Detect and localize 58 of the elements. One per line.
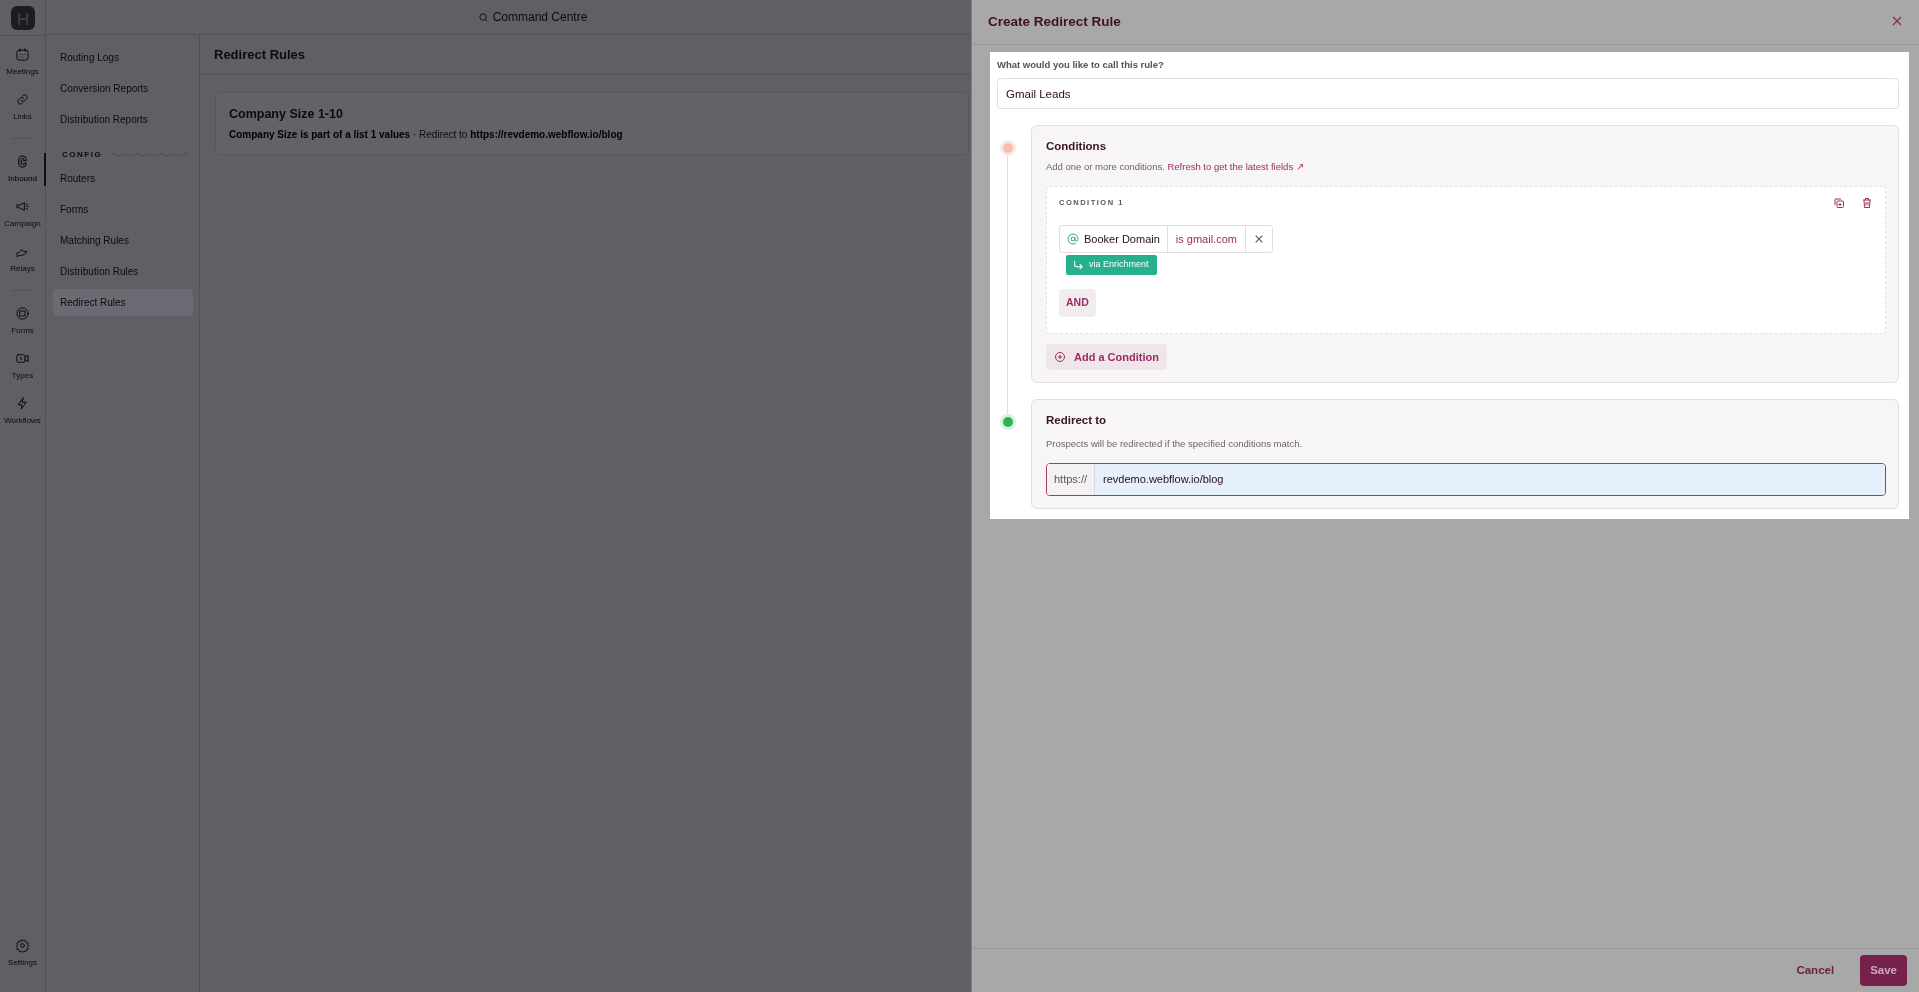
- at-sign-icon: [1067, 232, 1079, 245]
- copy-icon: [1833, 196, 1845, 209]
- subnav-item[interactable]: Conversion Reports: [53, 75, 193, 102]
- close-icon: [1253, 233, 1264, 244]
- logo-icon[interactable]: [10, 6, 35, 30]
- nav-item[interactable]: Forms: [0, 299, 45, 344]
- source-tag: via Enrichment: [1066, 255, 1157, 275]
- plus-circle-icon: [1054, 350, 1066, 363]
- nav-item[interactable]: Campaign: [0, 192, 45, 237]
- close-icon: [1891, 15, 1903, 27]
- add-condition-button[interactable]: Add a Condition: [1046, 343, 1167, 370]
- and-button[interactable]: AND: [1059, 288, 1096, 317]
- condition-operator: is gmail.com: [1167, 225, 1246, 252]
- calendar-icon: [15, 47, 30, 62]
- link-icon: [15, 92, 30, 107]
- nav-item[interactable]: Types: [0, 344, 45, 389]
- url-field[interactable]: https:// revdemo.webflow.io/blog: [1046, 462, 1886, 496]
- subnav-item[interactable]: Distribution Rules: [53, 258, 193, 285]
- subnav-item[interactable]: Routers: [53, 165, 193, 192]
- return-arrow-icon: [1073, 259, 1083, 270]
- search-icon: [477, 11, 489, 23]
- form-icon: [15, 306, 30, 321]
- condition-field: Booker Domain: [1060, 225, 1168, 252]
- rule-title: Company Size 1-10: [229, 106, 344, 123]
- save-button[interactable]: Save: [1860, 954, 1907, 987]
- delete-button[interactable]: [1861, 196, 1873, 209]
- video-camera-icon: [15, 351, 30, 366]
- nav-item[interactable]: Meetings: [0, 40, 45, 85]
- megaphone-icon: [15, 199, 30, 214]
- section-hint: Add one or more conditions.: [1046, 160, 1165, 172]
- nav-item[interactable]: Relays: [0, 237, 45, 282]
- section-title: Redirect to: [1046, 413, 1108, 428]
- field-label: What would you like to call this rule?: [997, 58, 1165, 72]
- cancel-button[interactable]: Cancel: [1786, 955, 1845, 986]
- section-hint: Prospects will be redirected if the specified conditions match.: [1046, 437, 1304, 452]
- refresh-link[interactable]: Refresh to get the latest fields ↗: [1167, 160, 1304, 172]
- rule-name-field[interactable]: Gmail Leads: [997, 78, 1899, 110]
- lightning-icon: [15, 396, 30, 411]
- condition-chip[interactable]: Booker Domain is gmail.com: [1059, 224, 1273, 253]
- subnav-item[interactable]: Forms: [53, 196, 193, 223]
- settings-item[interactable]: Settings: [0, 931, 45, 976]
- command-search[interactable]: Command Centre: [471, 7, 594, 27]
- section-title: Conditions: [1046, 139, 1108, 155]
- rule-card[interactable]: Company Size 1-10 Company Size is part of a list 1 values · Redirect to https://revdemo.webflow.io/blog: [215, 92, 969, 155]
- page-title: Redirect Rules: [214, 45, 306, 64]
- drawer-title: Create Redirect Rule: [988, 12, 1121, 31]
- subnav-item[interactable]: Matching Rules: [53, 227, 193, 254]
- duplicate-button[interactable]: [1833, 196, 1845, 209]
- section-heading: CONFIG: [62, 149, 103, 161]
- nav-item[interactable]: Inbound: [0, 147, 45, 192]
- subnav-item[interactable]: Redirect Rules: [53, 289, 193, 316]
- trash-icon: [1861, 196, 1873, 209]
- nav-item[interactable]: Workflows: [0, 389, 45, 434]
- subnav-item[interactable]: Distribution Reports: [53, 106, 193, 133]
- nav-item[interactable]: Links: [0, 85, 45, 130]
- subnav-item[interactable]: Routing Logs: [53, 44, 193, 71]
- rule-description: Company Size is part of a list 1 values · Redirect to https://revdemo.webflow.io/blog: [229, 127, 624, 142]
- settings-icon: [15, 938, 30, 953]
